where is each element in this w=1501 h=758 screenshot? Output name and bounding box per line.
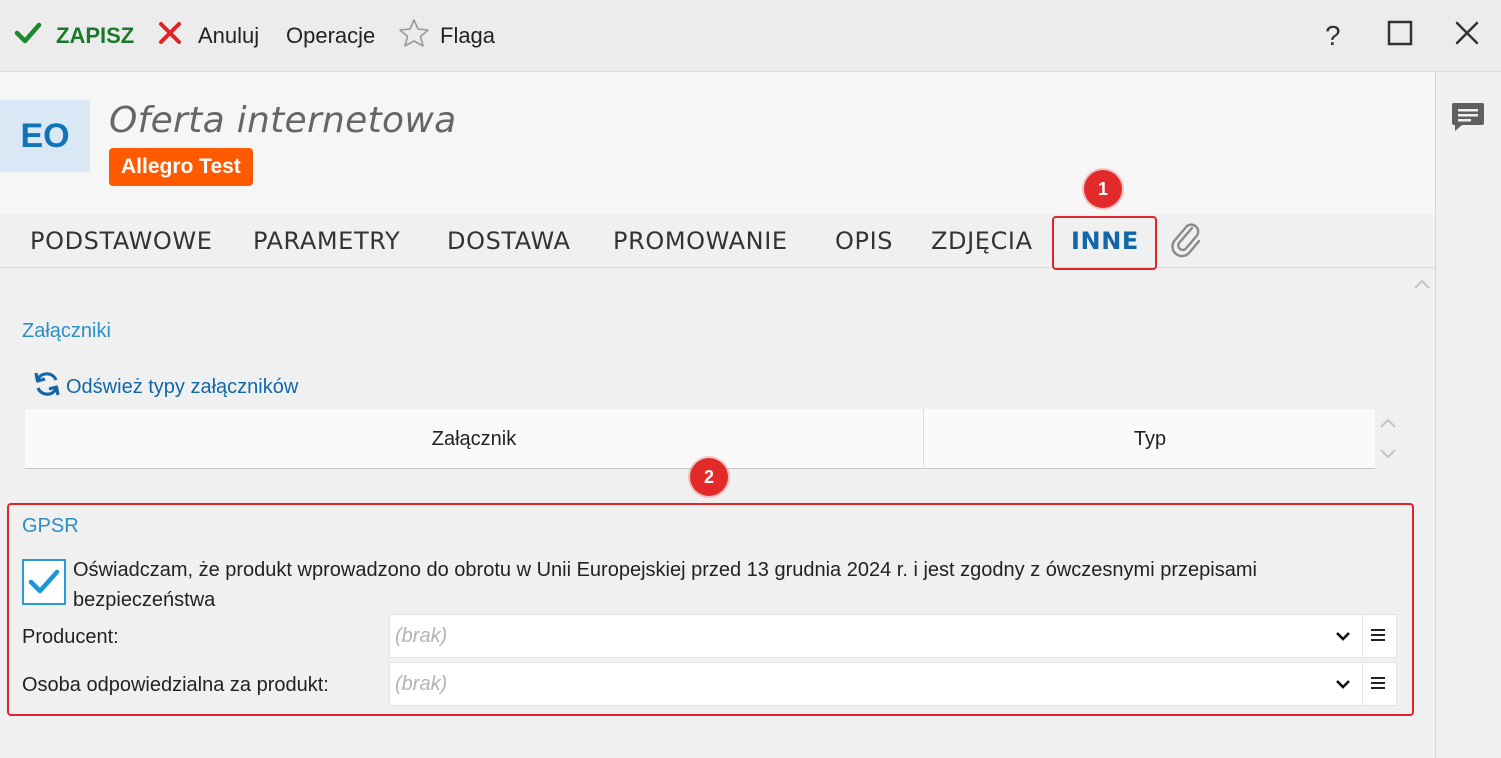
table-scroll-arrows[interactable] bbox=[1378, 414, 1398, 469]
tab-opis[interactable]: OPIS bbox=[835, 214, 893, 268]
producer-label: Producent: bbox=[22, 626, 119, 648]
right-sidebar bbox=[1435, 72, 1501, 758]
gpsr-declaration-label: Oświadczam, że produkt wprowadzono do ob… bbox=[73, 559, 1257, 611]
scroll-up-icon[interactable] bbox=[1411, 276, 1433, 297]
list-menu-icon[interactable] bbox=[1370, 626, 1386, 649]
tab-parametry[interactable]: PARAMETRY bbox=[253, 214, 400, 268]
cancel-button[interactable]: Anuluj bbox=[158, 0, 259, 72]
refresh-attachment-types-link[interactable]: Odśwież typy załączników bbox=[32, 369, 298, 405]
help-button[interactable]: ? bbox=[1325, 0, 1341, 72]
tab-podstawowe[interactable]: PODSTAWOWE bbox=[30, 214, 213, 268]
operations-menu-button[interactable]: Operacje bbox=[286, 0, 375, 72]
responsible-person-label: Osoba odpowiedzialna za produkt: bbox=[22, 674, 329, 696]
chevron-down-icon[interactable] bbox=[1334, 675, 1352, 698]
comments-icon[interactable] bbox=[1450, 100, 1486, 139]
maximize-icon bbox=[1386, 19, 1414, 53]
chevron-down-icon[interactable] bbox=[1334, 627, 1352, 650]
section-title-gpsr: GPSR bbox=[22, 515, 79, 537]
close-window-button[interactable] bbox=[1453, 0, 1481, 72]
save-button[interactable]: ZAPISZ bbox=[14, 0, 134, 72]
flag-button[interactable]: Flaga bbox=[398, 0, 495, 72]
star-icon bbox=[398, 18, 430, 54]
tab-zdjecia[interactable]: ZDJĘCIA bbox=[931, 214, 1033, 268]
producer-value: (brak) bbox=[395, 624, 448, 647]
record-header: EO Oferta internetowa Allegro Test bbox=[0, 72, 1435, 214]
checkmark-icon bbox=[14, 22, 42, 50]
tab-bar: PODSTAWOWE PARAMETRY DOSTAWA PROMOWANIE … bbox=[0, 214, 1435, 268]
tab-promowanie[interactable]: PROMOWANIE bbox=[613, 214, 788, 268]
avatar: EO bbox=[0, 100, 90, 172]
refresh-icon bbox=[32, 369, 62, 405]
check-icon bbox=[28, 569, 60, 594]
close-x-icon bbox=[158, 21, 182, 51]
operations-label: Operacje bbox=[286, 23, 376, 48]
close-icon bbox=[1453, 19, 1481, 53]
column-header-attachment[interactable]: Załącznik bbox=[25, 409, 924, 469]
flag-label: Flaga bbox=[440, 23, 496, 48]
annotation-badge-1: 1 bbox=[1084, 170, 1122, 208]
help-icon: ? bbox=[1325, 20, 1341, 51]
column-header-type[interactable]: Typ bbox=[925, 409, 1375, 469]
attachment-paperclip-icon[interactable] bbox=[1170, 222, 1204, 263]
page-title: Oferta internetowa bbox=[109, 100, 457, 141]
annotation-highlight-tab bbox=[1052, 216, 1157, 270]
cancel-label: Anuluj bbox=[198, 23, 260, 48]
status-badge: Allegro Test bbox=[109, 148, 253, 186]
gpsr-declaration-checkbox[interactable] bbox=[22, 559, 66, 605]
refresh-link-label: Odśwież typy załączników bbox=[66, 375, 299, 398]
maximize-button[interactable] bbox=[1386, 0, 1414, 72]
producer-select[interactable]: (brak) bbox=[389, 614, 1397, 658]
list-menu-icon[interactable] bbox=[1370, 674, 1386, 697]
tab-dostawa[interactable]: DOSTAWA bbox=[447, 214, 571, 268]
responsible-person-value: (brak) bbox=[395, 672, 448, 695]
save-label: ZAPISZ bbox=[56, 23, 135, 48]
responsible-person-select[interactable]: (brak) bbox=[389, 662, 1397, 706]
toolbar: ZAPISZ Anuluj Operacje Flaga ? bbox=[0, 0, 1501, 72]
section-title-attachments: Załączniki bbox=[22, 320, 111, 342]
annotation-badge-2: 2 bbox=[690, 458, 728, 496]
